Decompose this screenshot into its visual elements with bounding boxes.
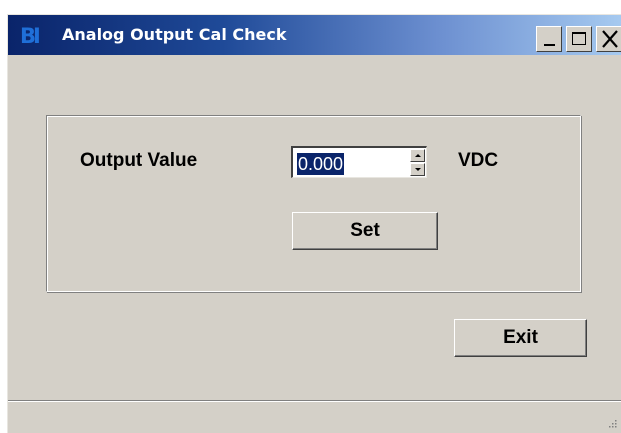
- output-value-field[interactable]: 0.000: [291, 146, 427, 178]
- unit-label: VDC: [458, 150, 499, 171]
- maximize-button[interactable]: [566, 26, 592, 52]
- title-bar[interactable]: BI Analog Output Cal Check: [8, 15, 621, 55]
- arrow-down-icon: [415, 168, 421, 171]
- status-bar-divider: [8, 400, 621, 402]
- close-icon: [602, 30, 618, 48]
- maximize-icon: [572, 32, 586, 45]
- window-title: Analog Output Cal Check: [62, 25, 287, 44]
- arrow-up-icon: [415, 154, 421, 157]
- close-button[interactable]: [596, 26, 621, 52]
- output-value-text[interactable]: 0.000: [297, 153, 345, 175]
- set-button[interactable]: Set: [292, 212, 438, 250]
- minimize-icon: [544, 44, 555, 46]
- exit-button[interactable]: Exit: [454, 319, 587, 357]
- output-groupbox: [46, 115, 581, 292]
- resize-grip-icon[interactable]: [604, 417, 618, 431]
- dialog-window: BI Analog Output Cal Check Output Value …: [7, 14, 621, 433]
- spin-up-button[interactable]: [410, 149, 425, 162]
- output-value-spinner[interactable]: [410, 149, 425, 176]
- minimize-button[interactable]: [536, 26, 562, 52]
- output-value-label: Output Value: [80, 150, 198, 171]
- app-logo-icon: BI: [20, 24, 41, 48]
- spin-down-button[interactable]: [410, 163, 425, 176]
